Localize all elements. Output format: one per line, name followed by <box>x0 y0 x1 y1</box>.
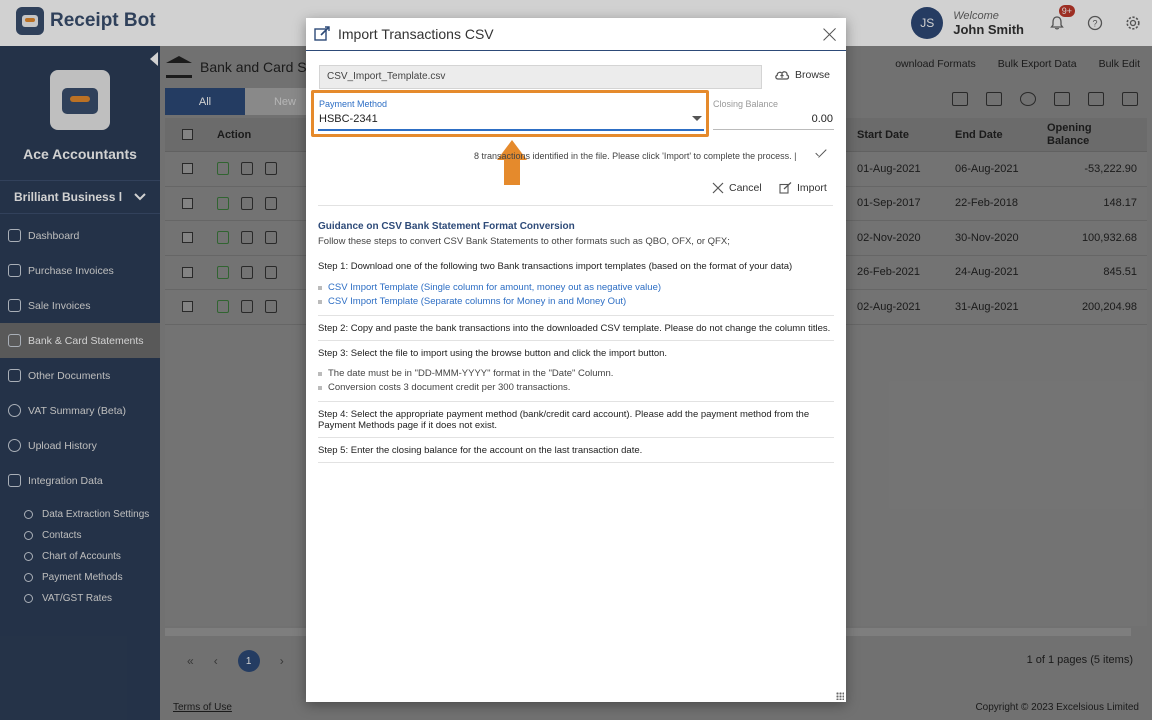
file-name-field[interactable]: CSV_Import_Template.csv <box>319 65 762 89</box>
guidance-intro: Follow these steps to convert CSV Bank S… <box>318 236 730 247</box>
cancel-button[interactable]: Cancel <box>712 182 762 194</box>
step-5-block: Step 5: Enter the closing balance for th… <box>318 445 834 463</box>
step-1: Step 1: Download one of the following tw… <box>318 261 793 272</box>
closing-balance-label: Closing Balance <box>713 99 779 109</box>
date-format-note: The date must be in "DD-MMM-YYYY" format… <box>318 367 834 381</box>
step-2: Step 2: Copy and paste the bank transact… <box>318 323 831 334</box>
browse-label: Browse <box>795 69 831 81</box>
arrow-up-icon <box>497 140 527 185</box>
step-4: Step 4: Select the appropriate payment m… <box>318 409 810 431</box>
import-label: Import <box>797 182 827 194</box>
check-icon <box>814 149 826 161</box>
guidance-title: Guidance on CSV Bank Statement Format Co… <box>318 221 575 232</box>
payment-method-underline <box>318 129 704 131</box>
single-column-template-link[interactable]: CSV Import Template (Single column for a… <box>318 281 834 295</box>
import-csv-dialog: Import Transactions CSV CSV_Import_Templ… <box>306 18 846 702</box>
conversion-cost-note: Conversion costs 3 document credit per 3… <box>318 381 834 395</box>
import-edit-icon <box>779 182 792 194</box>
step-2-block: Step 2: Copy and paste the bank transact… <box>318 323 834 341</box>
step-5: Step 5: Enter the closing balance for th… <box>318 445 643 456</box>
import-edit-icon <box>314 26 330 41</box>
step-3: Step 3: Select the file to import using … <box>318 348 668 359</box>
close-icon[interactable] <box>823 27 837 41</box>
import-button[interactable]: Import <box>779 182 827 194</box>
resize-grip-icon[interactable] <box>836 692 844 700</box>
import-status-text: 8 transactions identified in the file. P… <box>474 151 797 161</box>
guidance-section: Guidance on CSV Bank Statement Format Co… <box>318 221 834 463</box>
close-icon <box>712 182 724 194</box>
step-1-block: Step 1: Download one of the following tw… <box>318 261 834 316</box>
dialog-title: Import Transactions CSV <box>338 26 494 42</box>
payment-method-select[interactable]: HSBC-2341 <box>319 113 378 125</box>
caret-down-icon[interactable] <box>692 116 702 121</box>
divider <box>318 205 833 206</box>
payment-method-label: Payment Method <box>319 99 388 109</box>
closing-balance-underline <box>713 129 834 130</box>
separate-columns-template-link[interactable]: CSV Import Template (Separate columns fo… <box>318 295 834 309</box>
cloud-upload-icon <box>775 71 790 80</box>
step-3-block: Step 3: Select the file to import using … <box>318 348 834 402</box>
cancel-label: Cancel <box>729 182 762 194</box>
browse-button[interactable]: Browse <box>774 69 830 81</box>
step-4-block: Step 4: Select the appropriate payment m… <box>318 409 834 438</box>
closing-balance-input[interactable]: 0.00 <box>713 113 833 125</box>
dialog-header: Import Transactions CSV <box>306 18 846 51</box>
